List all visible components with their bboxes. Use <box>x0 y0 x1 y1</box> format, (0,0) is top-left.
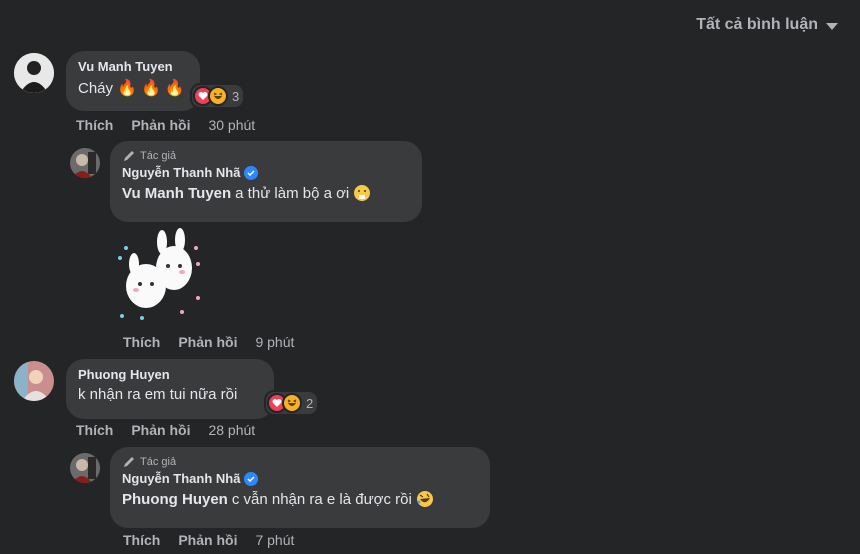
comment-bubble: Vu Manh Tuyen Cháy 🔥 🔥 🔥 <box>66 51 200 111</box>
comment-text: Vu Manh Tuyen a thử làm bộ a ơi <box>122 184 410 202</box>
comment-body: k nhận ra em tui nữa rồi <box>78 386 238 403</box>
like-button[interactable]: Thích <box>123 532 160 548</box>
avatar[interactable] <box>70 453 100 483</box>
comment-body: Cháy <box>78 79 114 97</box>
reply-bubble: Tác giả Nguyễn Thanh Nhã Vu Manh Tuyen a… <box>110 141 422 222</box>
reaction-count: 2 <box>306 395 314 411</box>
reply-button[interactable]: Phản hồi <box>178 334 237 350</box>
pen-icon <box>124 151 134 161</box>
person-avatar-icon <box>14 361 54 401</box>
comment-author[interactable]: Phuong Huyen <box>78 367 262 382</box>
comment-sort-dropdown[interactable]: Tất cả bình luận <box>696 16 838 34</box>
timestamp[interactable]: 7 phút <box>255 532 294 548</box>
avatar[interactable] <box>14 53 54 93</box>
haha-reaction-icon <box>282 393 302 413</box>
author-badge: Tác giả <box>122 149 410 163</box>
reply-button[interactable]: Phản hồi <box>178 532 237 548</box>
comment-text: k nhận ra em tui nữa rồi <box>78 386 262 403</box>
verified-badge-icon <box>244 471 259 486</box>
comment-bubble: Phuong Huyen k nhận ra em tui nữa rồi <box>66 359 274 419</box>
mention-link[interactable]: Phuong Huyen <box>122 491 228 508</box>
comment-author[interactable]: Nguyễn Thanh Nhã <box>122 471 240 486</box>
bunny-sticker-icon <box>118 228 200 320</box>
shushing-face-emoji-icon <box>354 185 371 201</box>
author-tag-label: Tác giả <box>140 150 177 162</box>
person-avatar-icon <box>14 53 54 93</box>
like-button[interactable]: Thích <box>123 334 160 350</box>
pen-icon <box>124 457 134 467</box>
reply-button[interactable]: Phản hồi <box>131 117 190 133</box>
like-button[interactable]: Thích <box>76 117 113 133</box>
verified-badge-icon <box>244 165 259 180</box>
comment-body: c vẫn nhận ra e là được rồi <box>231 490 412 508</box>
reaction-summary[interactable]: 2 <box>264 390 320 416</box>
reply-author-row: Nguyễn Thanh Nhã <box>122 471 478 486</box>
sticker-image[interactable] <box>112 228 204 324</box>
reply-actions: Thích Phản hồi 9 phút <box>123 334 294 350</box>
sort-label: Tất cả bình luận <box>696 16 818 33</box>
reply-actions: Thích Phản hồi 7 phút <box>123 532 294 548</box>
timestamp[interactable]: 9 phút <box>255 334 294 350</box>
comment-actions: Thích Phản hồi 28 phút <box>76 422 255 438</box>
author-badge: Tác giả <box>122 455 478 469</box>
comment-author[interactable]: Vu Manh Tuyen <box>78 59 188 74</box>
avatar[interactable] <box>70 148 100 178</box>
reply-button[interactable]: Phản hồi <box>131 422 190 438</box>
comment-body: a thử làm bộ a ơi <box>235 184 350 202</box>
reaction-count: 3 <box>232 88 240 104</box>
reply-author-row: Nguyễn Thanh Nhã <box>122 165 410 180</box>
timestamp[interactable]: 30 phút <box>208 117 255 133</box>
avatar[interactable] <box>14 361 54 401</box>
comment-actions: Thích Phản hồi 30 phút <box>76 117 255 133</box>
fire-emoji-icon: 🔥 <box>164 80 185 97</box>
person-avatar-icon <box>70 148 100 178</box>
reply-bubble: Tác giả Nguyễn Thanh Nhã Phuong Huyen c … <box>110 447 490 528</box>
fire-emoji-icon: 🔥 <box>140 80 161 97</box>
timestamp[interactable]: 28 phút <box>208 422 255 438</box>
mention-link[interactable]: Vu Manh Tuyen <box>122 185 231 202</box>
reaction-summary[interactable]: 3 <box>190 83 246 109</box>
fire-emoji-icon: 🔥 <box>117 80 137 97</box>
chevron-down-icon <box>826 23 838 30</box>
person-avatar-icon <box>70 453 100 483</box>
comment-text: Phuong Huyen c vẫn nhận ra e là được rồi <box>122 490 478 508</box>
like-button[interactable]: Thích <box>76 422 113 438</box>
comment-author[interactable]: Nguyễn Thanh Nhã <box>122 165 240 180</box>
author-tag-label: Tác giả <box>140 456 177 468</box>
rolling-laughing-emoji-icon <box>416 491 433 507</box>
haha-reaction-icon <box>208 86 228 106</box>
comment-text: Cháy 🔥 🔥 🔥 <box>78 78 188 98</box>
